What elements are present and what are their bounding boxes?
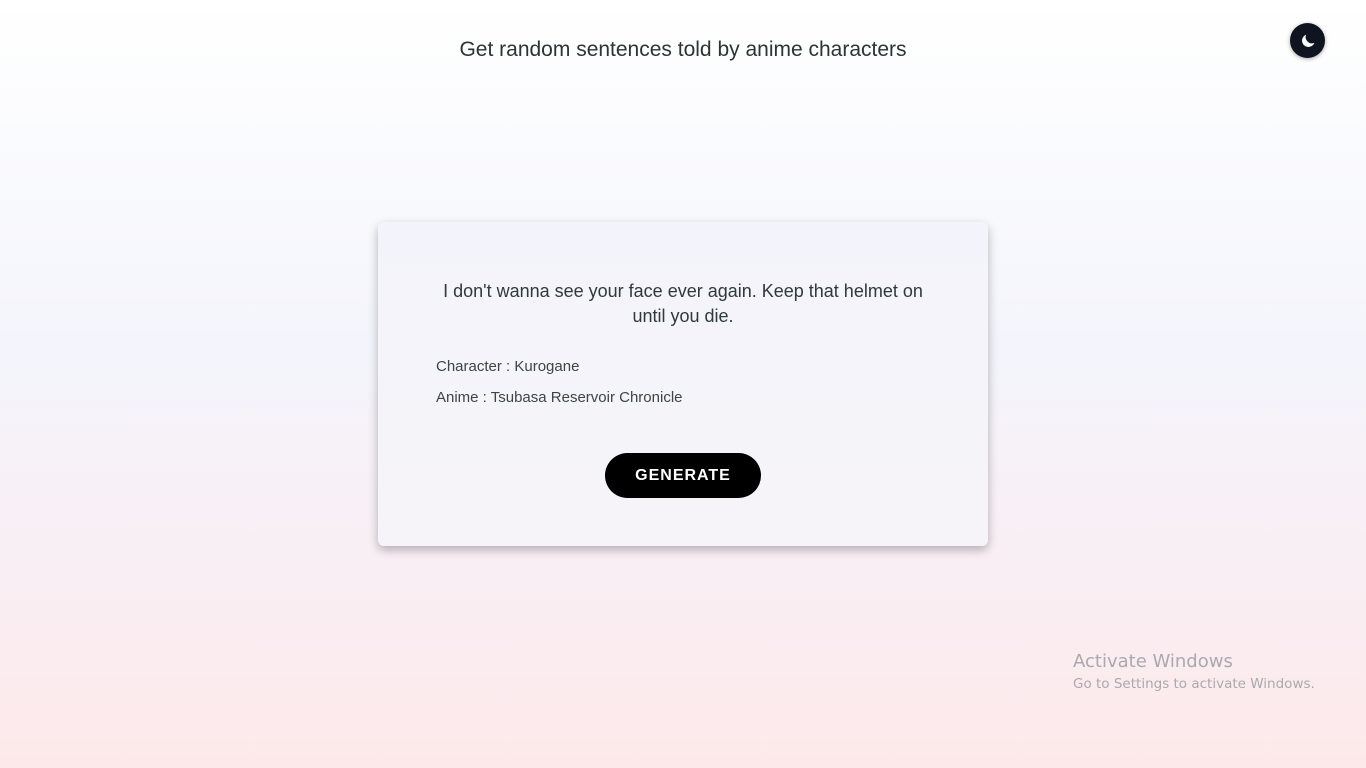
watermark-subtitle: Go to Settings to activate Windows. [1073, 676, 1315, 692]
anime-name: Anime : Tsubasa Reservoir Chronicle [436, 389, 683, 406]
quote-text: I don't wanna see your face ever again. … [443, 281, 923, 326]
character-name: Character : Kurogane [436, 358, 580, 375]
watermark-title: Activate Windows [1073, 651, 1233, 672]
quote-card: I don't wanna see your face ever again. … [378, 222, 988, 546]
theme-toggle-button[interactable] [1290, 23, 1325, 58]
page-title: Get random sentences told by anime chara… [459, 38, 907, 61]
activate-windows-watermark: Activate Windows Go to Settings to activ… [1073, 651, 1315, 693]
moon-icon [1299, 32, 1317, 50]
generate-button[interactable]: GENERATE [605, 453, 761, 498]
